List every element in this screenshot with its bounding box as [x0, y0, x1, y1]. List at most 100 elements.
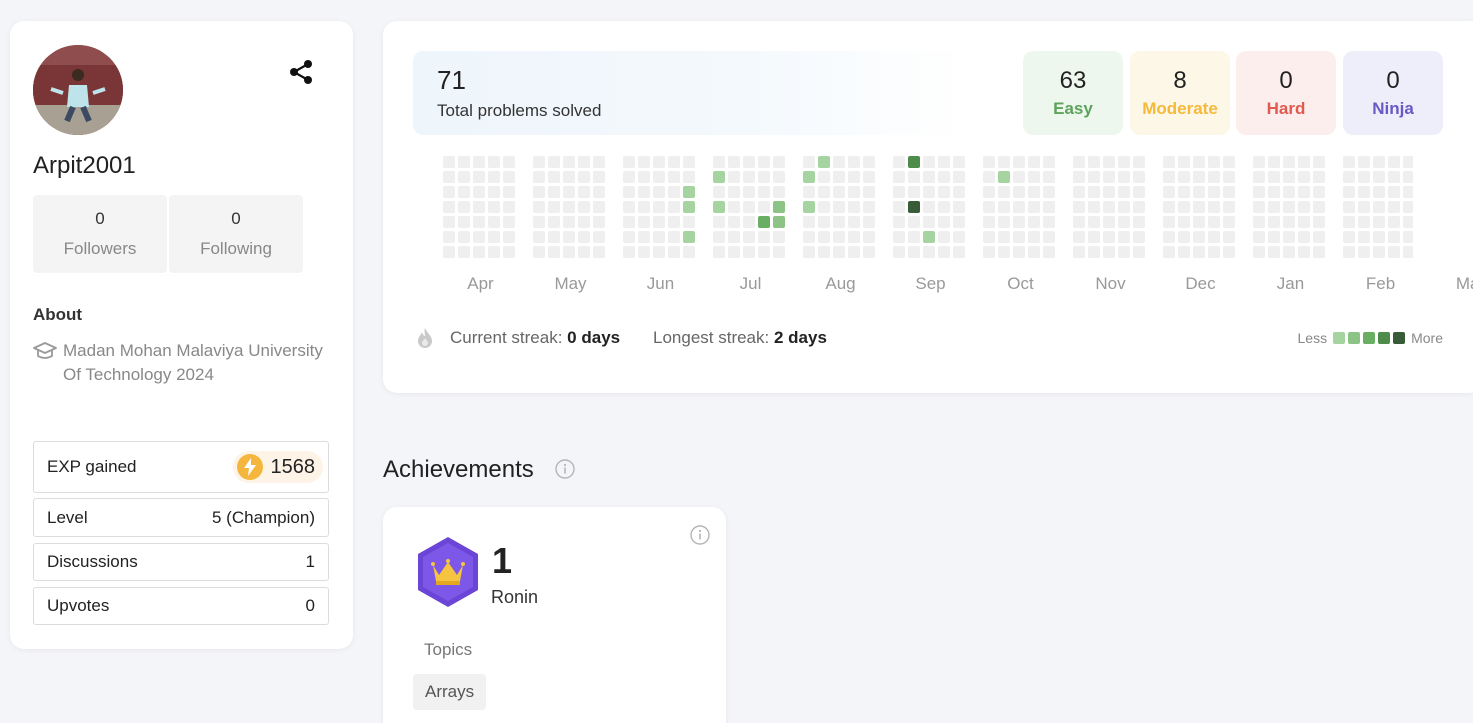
heatmap-cell[interactable] — [863, 186, 875, 198]
heatmap-cell[interactable] — [938, 171, 950, 183]
heatmap-cell[interactable] — [1388, 201, 1400, 213]
heatmap-cell[interactable] — [683, 216, 695, 228]
heatmap-cell[interactable] — [758, 231, 770, 243]
heatmap-cell[interactable] — [1088, 246, 1100, 258]
heatmap-cell[interactable] — [1253, 201, 1265, 213]
heatmap-cell[interactable] — [998, 171, 1010, 183]
heatmap-cell[interactable] — [1103, 186, 1115, 198]
heatmap-cell[interactable] — [1223, 156, 1235, 168]
heatmap-cell[interactable] — [1103, 231, 1115, 243]
heatmap-cell[interactable] — [1208, 201, 1220, 213]
heatmap-cell[interactable] — [623, 156, 635, 168]
heatmap-cell[interactable] — [638, 156, 650, 168]
heatmap-cell[interactable] — [458, 231, 470, 243]
heatmap-cell[interactable] — [1193, 171, 1205, 183]
heatmap-cell[interactable] — [833, 246, 845, 258]
heatmap-cell[interactable] — [533, 216, 545, 228]
heatmap-cell[interactable] — [653, 156, 665, 168]
heatmap-cell[interactable] — [593, 216, 605, 228]
heatmap-cell[interactable] — [728, 186, 740, 198]
heatmap-cell[interactable] — [638, 216, 650, 228]
heatmap-cell[interactable] — [503, 156, 515, 168]
heatmap-cell[interactable] — [623, 171, 635, 183]
heatmap-cell[interactable] — [1118, 171, 1130, 183]
heatmap-cell[interactable] — [758, 171, 770, 183]
heatmap-cell[interactable] — [713, 231, 725, 243]
heatmap-cell[interactable] — [713, 201, 725, 213]
heatmap-cell[interactable] — [1268, 216, 1280, 228]
heatmap-cell[interactable] — [728, 231, 740, 243]
heatmap-cell[interactable] — [1193, 216, 1205, 228]
heatmap-cell[interactable] — [713, 246, 725, 258]
ninja-count-box[interactable]: 0 Ninja — [1343, 51, 1443, 135]
heatmap-cell[interactable] — [1283, 246, 1295, 258]
heatmap-cell[interactable] — [983, 201, 995, 213]
heatmap-cell[interactable] — [848, 216, 860, 228]
heatmap-cell[interactable] — [863, 171, 875, 183]
heatmap-cell[interactable] — [1013, 231, 1025, 243]
heatmap-cell[interactable] — [443, 186, 455, 198]
heatmap-cell[interactable] — [653, 201, 665, 213]
heatmap-cell[interactable] — [1313, 246, 1325, 258]
heatmap-cell[interactable] — [1163, 216, 1175, 228]
heatmap-cell[interactable] — [818, 156, 830, 168]
heatmap-cell[interactable] — [1283, 231, 1295, 243]
heatmap-cell[interactable] — [548, 201, 560, 213]
heatmap-cell[interactable] — [1223, 171, 1235, 183]
heatmap-cell[interactable] — [533, 246, 545, 258]
heatmap-cell[interactable] — [488, 171, 500, 183]
heatmap-cell[interactable] — [803, 246, 815, 258]
heatmap-cell[interactable] — [563, 171, 575, 183]
heatmap-cell[interactable] — [923, 231, 935, 243]
heatmap-cell[interactable] — [908, 231, 920, 243]
heatmap-cell[interactable] — [1118, 246, 1130, 258]
heatmap-cell[interactable] — [1358, 186, 1370, 198]
heatmap-cell[interactable] — [1388, 171, 1400, 183]
heatmap-cell[interactable] — [1043, 231, 1055, 243]
heatmap-cell[interactable] — [1313, 231, 1325, 243]
heatmap-cell[interactable] — [923, 246, 935, 258]
heatmap-cell[interactable] — [668, 231, 680, 243]
heatmap-cell[interactable] — [503, 216, 515, 228]
heatmap-cell[interactable] — [1358, 231, 1370, 243]
heatmap-cell[interactable] — [1073, 156, 1085, 168]
heatmap-cell[interactable] — [1028, 216, 1040, 228]
heatmap-cell[interactable] — [1313, 201, 1325, 213]
heatmap-cell[interactable] — [938, 186, 950, 198]
heatmap-cell[interactable] — [1133, 246, 1145, 258]
heatmap-cell[interactable] — [638, 186, 650, 198]
heatmap-cell[interactable] — [1163, 201, 1175, 213]
heatmap-cell[interactable] — [683, 156, 695, 168]
heatmap-cell[interactable] — [563, 246, 575, 258]
heatmap-cell[interactable] — [1193, 201, 1205, 213]
heatmap-cell[interactable] — [908, 246, 920, 258]
heatmap-cell[interactable] — [533, 186, 545, 198]
heatmap-cell[interactable] — [488, 246, 500, 258]
heatmap-cell[interactable] — [683, 231, 695, 243]
heatmap-cell[interactable] — [998, 246, 1010, 258]
heatmap-cell[interactable] — [1403, 171, 1413, 183]
heatmap-cell[interactable] — [1088, 201, 1100, 213]
heatmap-cell[interactable] — [1043, 171, 1055, 183]
heatmap-cell[interactable] — [1223, 186, 1235, 198]
heatmap-cell[interactable] — [668, 186, 680, 198]
heatmap-cell[interactable] — [743, 246, 755, 258]
heatmap-cell[interactable] — [548, 171, 560, 183]
following-button[interactable]: 0 Following — [169, 195, 303, 273]
heatmap-cell[interactable] — [1208, 216, 1220, 228]
heatmap-cell[interactable] — [818, 216, 830, 228]
heatmap-cell[interactable] — [1268, 171, 1280, 183]
heatmap-cell[interactable] — [638, 246, 650, 258]
heatmap-cell[interactable] — [668, 216, 680, 228]
avatar[interactable] — [33, 45, 123, 135]
heatmap-cell[interactable] — [1403, 216, 1413, 228]
heatmap-cell[interactable] — [1133, 231, 1145, 243]
heatmap-cell[interactable] — [893, 186, 905, 198]
heatmap-cell[interactable] — [593, 231, 605, 243]
heatmap-cell[interactable] — [1178, 201, 1190, 213]
heatmap-cell[interactable] — [1163, 171, 1175, 183]
heatmap-cell[interactable] — [1283, 156, 1295, 168]
heatmap-cell[interactable] — [443, 201, 455, 213]
heatmap-cell[interactable] — [443, 216, 455, 228]
heatmap-cell[interactable] — [773, 156, 785, 168]
